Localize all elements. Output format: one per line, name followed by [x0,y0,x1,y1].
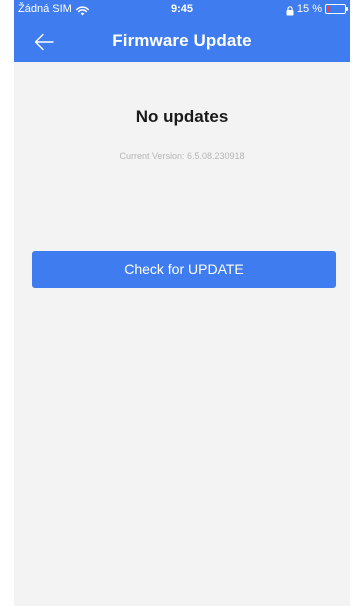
battery-fill [327,6,330,12]
battery-nub [346,7,348,11]
current-version-label: Current Version: 6.5.08.230918 [119,151,245,161]
app-screen: Žádná SIM 9:45 15 % Firmware Update No u… [14,0,350,606]
header-bar: Žádná SIM 9:45 15 % Firmware Update [14,0,350,62]
lock-icon [286,4,294,16]
battery-percent: 15 % [296,3,322,15]
status-bar: Žádná SIM 9:45 15 % [14,0,350,18]
update-status-title: No updates [135,107,229,126]
battery-icon [325,4,348,14]
battery-group: 15 % [286,0,348,18]
navigation-bar: Firmware Update [14,20,350,62]
check-for-update-button[interactable]: Check for UPDATE [32,251,336,288]
page-title: Firmware Update [112,31,252,50]
